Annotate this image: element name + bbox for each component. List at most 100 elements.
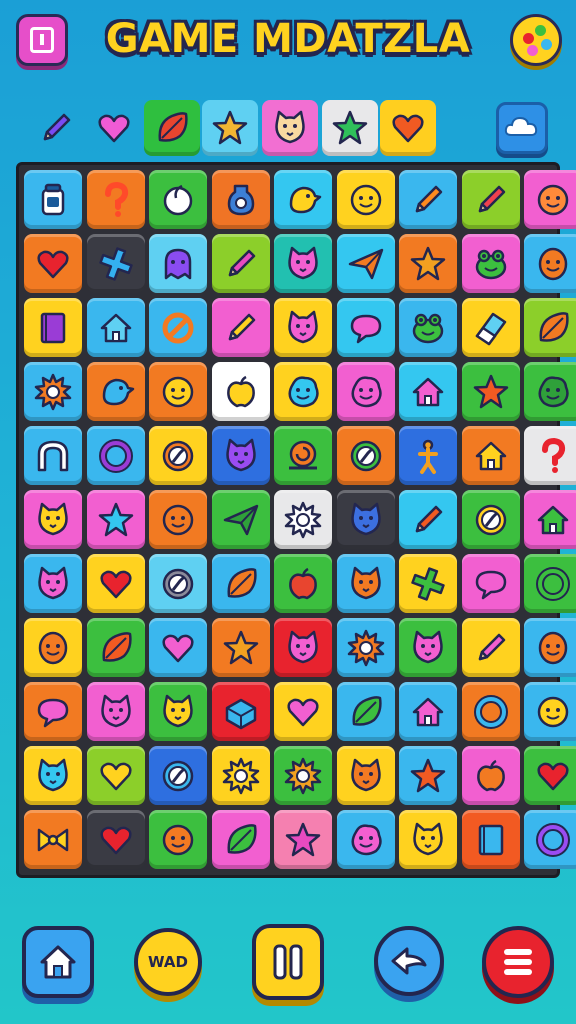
board-tile[interactable] [524, 298, 576, 357]
board-tile[interactable] [86, 170, 145, 229]
board-tile[interactable] [86, 490, 145, 549]
exit-button[interactable] [16, 14, 68, 66]
home-button[interactable] [22, 926, 94, 998]
board-tile[interactable] [211, 810, 270, 869]
board-tile[interactable] [274, 170, 332, 229]
board-tile[interactable] [336, 810, 395, 869]
board-tile[interactable] [336, 746, 395, 805]
board-tile[interactable] [211, 362, 270, 421]
board-tile[interactable] [149, 810, 207, 869]
board-tile[interactable] [274, 554, 332, 613]
board-tile[interactable] [336, 490, 395, 549]
board-tile[interactable] [461, 682, 520, 741]
back-button[interactable] [374, 926, 444, 996]
item-slot[interactable] [322, 100, 378, 156]
board-tile[interactable] [399, 746, 457, 805]
item-slot[interactable] [380, 100, 436, 156]
board-tile[interactable] [149, 746, 207, 805]
board-tile[interactable] [336, 170, 395, 229]
board-tile[interactable] [149, 298, 207, 357]
board-tile[interactable] [24, 234, 82, 293]
board-tile[interactable] [24, 682, 82, 741]
board-tile[interactable] [336, 554, 395, 613]
board-tile[interactable] [524, 490, 576, 549]
board-tile[interactable] [86, 810, 145, 869]
board-tile[interactable] [524, 170, 576, 229]
board-tile[interactable] [524, 682, 576, 741]
board-tile[interactable] [149, 426, 207, 485]
board-tile[interactable] [524, 362, 576, 421]
board-tile[interactable] [461, 746, 520, 805]
board-tile[interactable] [86, 298, 145, 357]
board-tile[interactable] [86, 234, 145, 293]
board-tile[interactable] [24, 810, 82, 869]
board-tile[interactable] [336, 298, 395, 357]
board-tile[interactable] [274, 298, 332, 357]
board-tile[interactable] [336, 362, 395, 421]
board-tile[interactable] [399, 234, 457, 293]
board-tile[interactable] [524, 234, 576, 293]
board-tile[interactable] [24, 554, 82, 613]
board-tile[interactable] [524, 810, 576, 869]
board-tile[interactable] [461, 490, 520, 549]
board-tile[interactable] [399, 362, 457, 421]
board-tile[interactable] [461, 618, 520, 677]
board-tile[interactable] [149, 618, 207, 677]
item-slot[interactable] [144, 100, 200, 156]
item-slot[interactable] [202, 100, 258, 156]
board-tile[interactable] [211, 234, 270, 293]
wad-button[interactable]: WAD [134, 928, 202, 996]
board-tile[interactable] [399, 490, 457, 549]
board-tile[interactable] [399, 554, 457, 613]
board-tile[interactable] [336, 618, 395, 677]
board-tile[interactable] [149, 234, 207, 293]
board-tile[interactable] [149, 170, 207, 229]
board-tile[interactable] [399, 618, 457, 677]
item-slot[interactable] [28, 100, 84, 156]
board-tile[interactable] [24, 426, 82, 485]
board-tile[interactable] [274, 810, 332, 869]
board-tile[interactable] [24, 170, 82, 229]
board-tile[interactable] [461, 554, 520, 613]
board-tile[interactable] [274, 234, 332, 293]
board-tile[interactable] [86, 362, 145, 421]
board-tile[interactable] [86, 682, 145, 741]
board-tile[interactable] [86, 554, 145, 613]
board-tile[interactable] [149, 362, 207, 421]
board-tile[interactable] [24, 362, 82, 421]
board-tile[interactable] [524, 554, 576, 613]
cloud-button[interactable] [496, 102, 548, 154]
board-tile[interactable] [86, 618, 145, 677]
board-tile[interactable] [211, 490, 270, 549]
board-tile[interactable] [399, 426, 457, 485]
board-tile[interactable] [399, 298, 457, 357]
board-tile[interactable] [461, 298, 520, 357]
board-tile[interactable] [274, 682, 332, 741]
pause-button[interactable] [252, 924, 324, 1000]
item-slot[interactable] [86, 100, 142, 156]
board-tile[interactable] [336, 682, 395, 741]
item-slot[interactable] [262, 100, 318, 156]
board-tile[interactable] [211, 170, 270, 229]
board-tile[interactable] [336, 426, 395, 485]
board-tile[interactable] [24, 618, 82, 677]
board-tile[interactable] [274, 490, 332, 549]
board-tile[interactable] [336, 234, 395, 293]
board-tile[interactable] [86, 426, 145, 485]
board-tile[interactable] [24, 746, 82, 805]
board-tile[interactable] [274, 362, 332, 421]
board-tile[interactable] [461, 234, 520, 293]
board-tile[interactable] [461, 362, 520, 421]
board-tile[interactable] [149, 490, 207, 549]
board-tile[interactable] [149, 682, 207, 741]
board-tile[interactable] [86, 746, 145, 805]
board-tile[interactable] [211, 618, 270, 677]
board-tile[interactable] [274, 746, 332, 805]
palette-button[interactable] [510, 14, 562, 66]
board-tile[interactable] [211, 682, 270, 741]
board-tile[interactable] [211, 746, 270, 805]
board-tile[interactable] [461, 810, 520, 869]
board-tile[interactable] [24, 298, 82, 357]
board-tile[interactable] [211, 298, 270, 357]
board-tile[interactable] [399, 682, 457, 741]
